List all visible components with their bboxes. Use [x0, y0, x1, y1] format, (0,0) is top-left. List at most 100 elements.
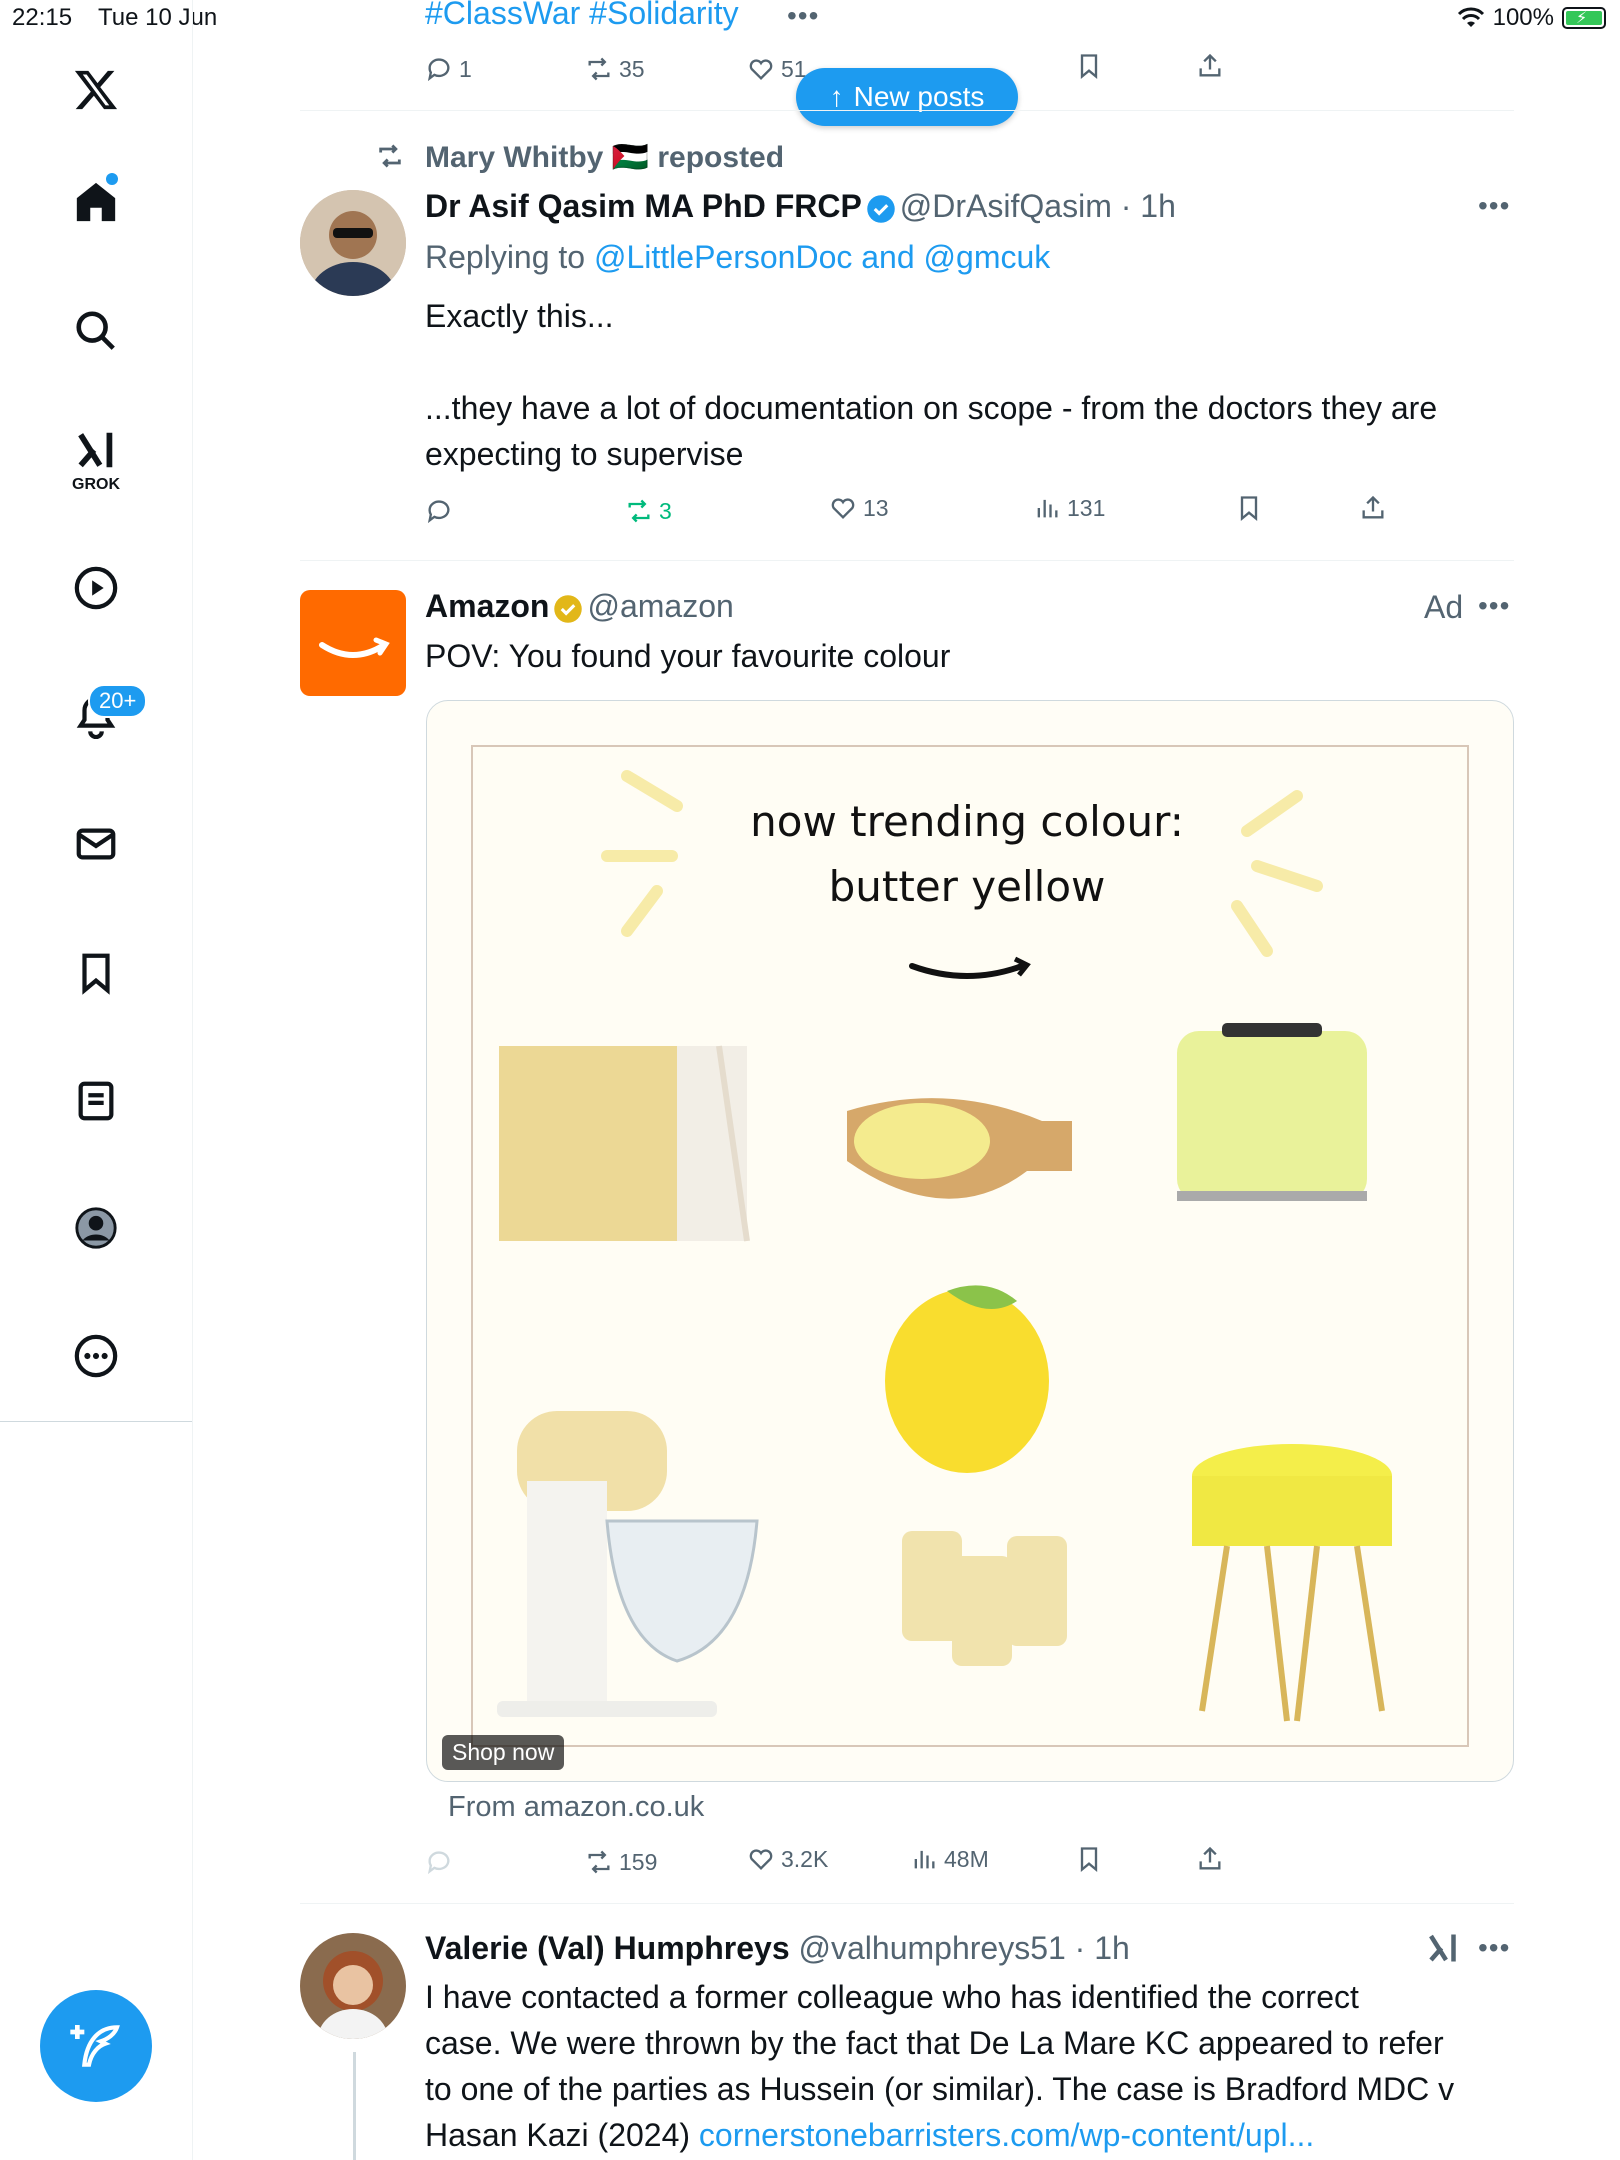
more-options-icon[interactable] — [70, 1330, 122, 1382]
replying-prefix: Replying to — [425, 239, 586, 275]
val-text-line4: Hasan Kazi (2024) cornerstonebarristers.… — [425, 2112, 1314, 2158]
views-icon — [1037, 499, 1058, 518]
share-icon — [1362, 495, 1384, 519]
video-icon[interactable] — [70, 562, 122, 614]
val-author-name[interactable]: Valerie (Val) Humphreys — [425, 1930, 790, 1966]
repost-icon — [588, 57, 610, 81]
shop-now-button[interactable]: Shop now — [442, 1735, 565, 1770]
val-name-row: Valerie (Val) Humphreys @valhumphreys51 … — [425, 1925, 1130, 1971]
ad-author-name[interactable]: Amazon — [425, 588, 549, 624]
ad-reply-button[interactable] — [425, 1848, 453, 1876]
val-link[interactable]: cornerstonebarristers.com/wp-content/upl… — [699, 2117, 1314, 2153]
profile-icon[interactable] — [70, 1202, 122, 1254]
avatar-asif[interactable] — [300, 190, 406, 296]
post-text-line2: ...they have a lot of documentation on s… — [425, 390, 1438, 426]
battery-icon: ⚡ — [1562, 7, 1606, 29]
ad-media-card[interactable]: now trending colour: butter yellow — [426, 700, 1514, 1782]
replying-to: Replying to @LittlePersonDoc and @gmcuk — [425, 234, 1050, 280]
author-name[interactable]: Dr Asif Qasim MA PhD FRCP — [425, 188, 862, 224]
ad-like-count: 3.2K — [781, 1845, 829, 1872]
blanket-product — [499, 1045, 750, 1242]
repost-icon — [588, 1850, 610, 1874]
thread-line — [353, 2052, 356, 2160]
asif-like-count: 13 — [863, 494, 889, 521]
val-post-time[interactable]: 1h — [1094, 1930, 1130, 1966]
heart-icon — [749, 1849, 773, 1870]
asif-more-icon[interactable]: ••• — [1478, 190, 1510, 222]
ad-image: now trending colour: butter yellow — [471, 745, 1469, 1747]
dot-separator: · — [1065, 1930, 1095, 1966]
ad-repost-button[interactable]: 159 — [585, 1848, 657, 1876]
lists-icon[interactable] — [70, 1075, 122, 1127]
top-like-button[interactable]: 51 — [747, 55, 807, 83]
arrow-up-icon: ↑ — [829, 81, 844, 112]
ad-more-icon[interactable]: ••• — [1478, 590, 1510, 622]
asif-repost-button[interactable]: 3 — [625, 497, 672, 525]
repost-icon — [379, 144, 401, 168]
top-post-more-icon[interactable]: ••• — [787, 0, 819, 32]
avatar-valerie[interactable] — [300, 1933, 406, 2039]
post-time[interactable]: 1h — [1140, 188, 1176, 224]
top-repost-button[interactable]: 35 — [585, 55, 645, 83]
search-icon[interactable] — [70, 305, 122, 357]
wifi-icon — [1457, 7, 1484, 27]
top-repost-count: 35 — [619, 55, 645, 82]
ad-label: Ad — [1424, 589, 1464, 625]
amazon-smile-icon — [319, 637, 390, 658]
image-line2: butter yellow — [829, 862, 1106, 911]
ad-from-domain[interactable]: From amazon.co.uk — [448, 1784, 704, 1830]
ad-views-count: 48M — [944, 1845, 989, 1872]
val-text-line3: to one of the parties as Hussein (or sim… — [425, 2071, 1455, 2107]
val-more-icon[interactable]: ••• — [1478, 1932, 1510, 1964]
replying-users[interactable]: @LittlePersonDoc and @gmcuk — [594, 239, 1050, 275]
ad-bookmark-button[interactable] — [1075, 1845, 1103, 1873]
heart-icon — [749, 59, 773, 80]
post-separator — [300, 560, 1514, 561]
battery-percent: 100% — [1492, 4, 1554, 31]
author-handle[interactable]: @DrAsifQasim — [900, 188, 1112, 224]
reply-icon — [427, 1851, 450, 1875]
heart-icon — [831, 498, 855, 519]
gold-verified-badge-icon — [554, 594, 583, 623]
top-reply-button[interactable]: 1 — [425, 55, 472, 83]
reposted-by[interactable]: Mary Whitby 🇵🇸 reposted — [425, 135, 784, 181]
post-separator — [300, 110, 1514, 111]
asif-reply-button[interactable] — [425, 497, 459, 525]
bookmark-icon — [1240, 496, 1258, 521]
asif-like-button[interactable]: 13 — [829, 494, 889, 522]
grok-explain-icon[interactable] — [1425, 1930, 1461, 1971]
bookmarks-icon[interactable] — [70, 947, 122, 999]
ad-author-handle[interactable]: @amazon — [587, 588, 733, 624]
sidebar: GROK 20+ — [0, 0, 193, 2160]
post-separator — [300, 1903, 1514, 1904]
ad-like-button[interactable]: 3.2K — [747, 1845, 828, 1873]
avatar-amazon[interactable] — [300, 590, 406, 696]
bookmark-icon — [1080, 1847, 1098, 1872]
compose-feather-icon — [70, 2025, 120, 2067]
asif-views-button[interactable]: 131 — [1033, 494, 1105, 522]
amazon-name-row: Amazon @amazon — [425, 583, 734, 629]
ad-repost-count: 159 — [619, 1848, 658, 1875]
top-share-button[interactable] — [1196, 52, 1224, 80]
messages-icon[interactable] — [70, 818, 122, 870]
ad-share-button[interactable] — [1196, 1845, 1224, 1873]
asif-bookmark-button[interactable] — [1235, 494, 1263, 522]
asif-share-button[interactable] — [1359, 494, 1387, 522]
top-post-hashtags[interactable]: #ClassWar #Solidarity — [425, 0, 739, 36]
toaster-product — [1177, 1023, 1367, 1201]
status-right: 100% ⚡ — [1457, 4, 1606, 32]
ad-views-button[interactable]: 48M — [910, 1845, 989, 1873]
top-bookmark-button[interactable] — [1075, 52, 1103, 80]
grok-icon[interactable] — [70, 424, 122, 476]
share-icon — [1199, 1846, 1221, 1870]
asif-repost-count: 3 — [659, 497, 672, 524]
new-posts-label: New posts — [853, 81, 985, 112]
home-unread-dot — [106, 173, 118, 185]
val-author-handle[interactable]: @valhumphreys51 — [799, 1930, 1066, 1966]
asif-name-row: Dr Asif Qasim MA PhD FRCP @DrAsifQasim · … — [425, 183, 1176, 229]
repost-icon — [628, 499, 650, 523]
new-posts-button[interactable]: ↑ New posts — [796, 68, 1018, 126]
val-text-line4-prefix: Hasan Kazi (2024) — [425, 2117, 691, 2153]
x-logo-icon[interactable] — [70, 64, 122, 116]
compose-button[interactable] — [40, 1990, 152, 2102]
